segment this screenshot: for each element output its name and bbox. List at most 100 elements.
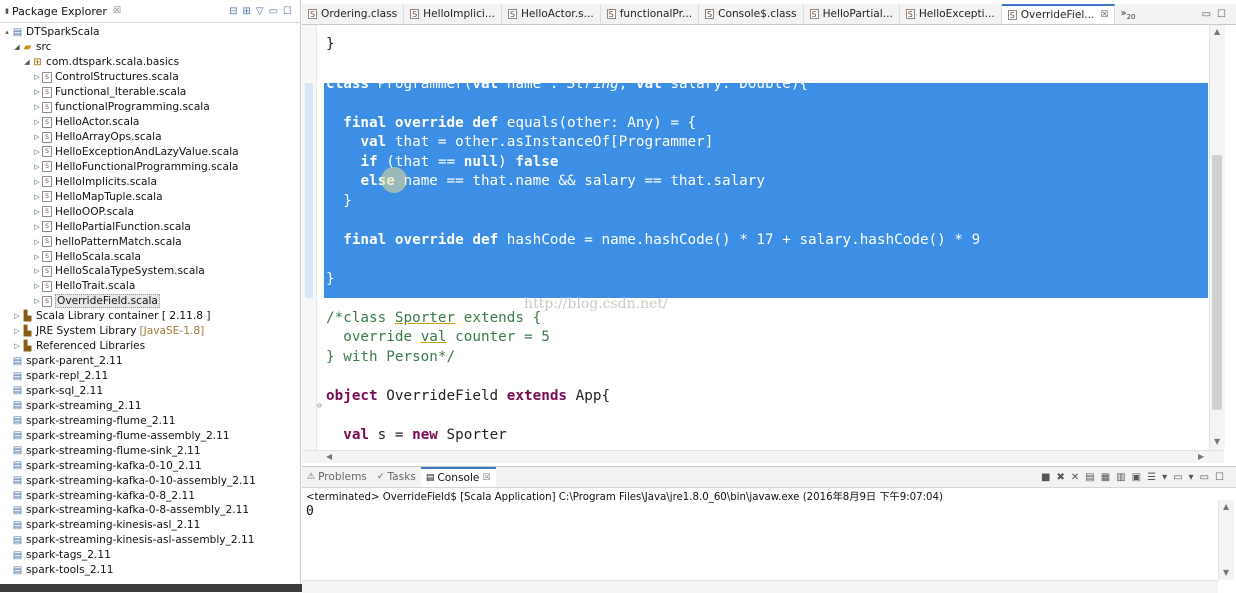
link-editor-icon[interactable]: ⊞ <box>242 6 250 17</box>
expand-toggle-icon[interactable]: ▷ <box>32 297 42 305</box>
editor-tab[interactable]: S OverrideFiel... ☒ <box>1001 4 1116 24</box>
console-toolbar-icon[interactable]: ■ <box>1041 472 1050 483</box>
tree-item-file[interactable]: ▷ S ControlStructures.scala <box>0 70 300 85</box>
expand-toggle-icon[interactable]: ▷ <box>32 193 42 201</box>
tree-item-file[interactable]: ▷ S Functional_Iterable.scala <box>0 85 300 100</box>
console-panel-tab[interactable]: ⚠ Problems <box>302 467 372 487</box>
minimize-icon[interactable]: ▭ <box>1202 9 1211 20</box>
console-toolbar-icon[interactable]: ▤ <box>1085 472 1094 483</box>
expand-toggle-icon[interactable]: ◢ <box>12 43 22 51</box>
tree-item-file[interactable]: ▷ SfunctionalProgramming.scala <box>0 100 300 115</box>
code-line[interactable]: } with Person*/ <box>326 348 455 367</box>
code-line[interactable]: } <box>326 270 335 289</box>
maximize-icon[interactable]: ☐ <box>1217 9 1226 20</box>
tree-item[interactable]: ▤ spark-streaming-flume-sink_2.11 <box>0 443 300 458</box>
code-line[interactable]: val that = other.asInstanceOf[Programmer… <box>326 133 713 152</box>
code-line[interactable]: } <box>326 35 335 54</box>
console-toolbar-icon[interactable]: ▭ <box>1200 472 1209 483</box>
tree-item-file[interactable]: ▷ S HelloExceptionAndLazyValue.scala <box>0 145 300 160</box>
collapse-all-icon[interactable]: ⊟ <box>229 6 237 17</box>
expand-toggle-icon[interactable]: ▷ <box>12 312 22 320</box>
minimize-icon[interactable]: ▭ <box>269 6 278 17</box>
tree-item-file[interactable]: ▷ S HelloImplicits.scala <box>0 174 300 189</box>
scroll-up-icon[interactable]: ▲ <box>1214 27 1220 36</box>
editor-tab[interactable]: S HelloActor.s... <box>502 4 601 24</box>
tree-item[interactable]: ▤ spark-streaming-flume-assembly_2.11 <box>0 428 300 443</box>
console-horizontal-scrollbar[interactable] <box>302 580 1218 593</box>
expand-toggle-icon[interactable]: ▷ <box>32 223 42 231</box>
expand-toggle-icon[interactable]: ▷ <box>12 342 22 350</box>
code-line[interactable]: override val counter = 5 <box>326 328 550 347</box>
close-icon[interactable]: ☒ <box>113 6 121 16</box>
console-toolbar-icon[interactable]: ✖ <box>1057 472 1065 483</box>
editor-tab[interactable]: S HelloImplici... <box>404 4 502 24</box>
scrollbar-thumb[interactable] <box>1212 155 1222 410</box>
tree-item[interactable]: ▷ ▙ Scala Library container [ 2.11.8 ] <box>0 309 300 324</box>
fold-collapse-icon[interactable]: ⊖ <box>317 401 322 410</box>
expand-toggle-icon[interactable]: ▷ <box>32 163 42 171</box>
tree-item[interactable]: ◢ ▰ src <box>0 40 300 55</box>
console-toolbar-icon[interactable]: ▦ <box>1101 472 1110 483</box>
expand-toggle-icon[interactable]: ▷ <box>32 178 42 186</box>
editor-tab[interactable]: S Ordering.class <box>302 4 405 24</box>
tree-item[interactable]: ▷ ▙ JRE System Library [JavaSE-1.8] <box>0 324 300 339</box>
code-line[interactable]: if (that == null) false <box>326 153 558 172</box>
scroll-down-icon[interactable]: ▼ <box>1214 437 1220 446</box>
expand-toggle-icon[interactable]: ▷ <box>32 133 42 141</box>
scroll-up-icon[interactable]: ▲ <box>1223 502 1229 511</box>
tree-item[interactable]: ▴ ▤ DTSparkScala <box>0 25 300 40</box>
tree-item[interactable]: ▤ spark-streaming_2.11 <box>0 398 300 413</box>
console-output[interactable]: 0 <box>306 504 314 519</box>
tree-item[interactable]: ▤ spark-sql_2.11 <box>0 384 300 399</box>
console-toolbar-icon[interactable]: ▾ <box>1162 472 1167 483</box>
console-toolbar-icon[interactable]: ▥ <box>1116 472 1125 483</box>
tab-overflow-button[interactable]: »20 <box>1115 8 1140 21</box>
editor-horizontal-scrollbar[interactable]: ◀ ▶ <box>302 450 1224 463</box>
tree-item-file[interactable]: ▷ ShelloPatternMatch.scala <box>0 234 300 249</box>
console-toolbar-icon[interactable]: ✕ <box>1071 472 1079 483</box>
maximize-icon[interactable]: ☐ <box>283 6 292 17</box>
expand-toggle-icon[interactable]: ▷ <box>32 118 42 126</box>
tree-item-file[interactable]: ▷ S HelloOOP.scala <box>0 204 300 219</box>
editor-tab[interactable]: S HelloPartial... <box>804 4 900 24</box>
expand-toggle-icon[interactable]: ▷ <box>32 238 42 246</box>
tree-item[interactable]: ▤ spark-streaming-kinesis-asl_2.11 <box>0 518 300 533</box>
code-line[interactable]: /*class Sporter extends { <box>326 309 541 328</box>
editor-tab[interactable]: SfunctionalPr... <box>601 4 700 24</box>
editor-tab[interactable]: S HelloExcepti... <box>900 4 1002 24</box>
view-menu-icon[interactable]: ▽ <box>256 6 264 17</box>
close-tab-icon[interactable]: ☒ <box>1100 10 1108 20</box>
expand-toggle-icon[interactable]: ▷ <box>32 88 42 96</box>
tree-item-file[interactable]: ▷ S HelloActor.scala <box>0 115 300 130</box>
scroll-down-icon[interactable]: ▼ <box>1223 568 1229 577</box>
console-toolbar-icon[interactable]: ▭ <box>1173 472 1182 483</box>
console-toolbar-icon[interactable]: ▣ <box>1132 472 1141 483</box>
tree-item-file[interactable]: ▷ S OverrideField.scala <box>0 294 300 309</box>
code-editor[interactable]: } class Programmer(val name : String, val… <box>302 25 1208 450</box>
tree-item[interactable]: ▤ spark-streaming-kafka-0-10-assembly_2.1… <box>0 473 300 488</box>
tree-item-file[interactable]: ▷ S HelloFunctionalProgramming.scala <box>0 159 300 174</box>
tree-item[interactable]: ◢ ⊞ com.dtspark.scala.basics <box>0 55 300 70</box>
tree-item-file[interactable]: ▷ S HelloTrait.scala <box>0 279 300 294</box>
tree-item[interactable]: ▤ spark-streaming-flume_2.11 <box>0 413 300 428</box>
expand-toggle-icon[interactable]: ▷ <box>32 73 42 81</box>
tree-item-file[interactable]: ▷ S HelloArrayOps.scala <box>0 130 300 145</box>
code-line[interactable]: class Programmer(val name : String, val … <box>326 75 808 94</box>
expand-toggle-icon[interactable]: ▷ <box>32 208 42 216</box>
console-toolbar-icon[interactable]: ☰ <box>1147 472 1156 483</box>
expand-toggle-icon[interactable]: ▷ <box>12 327 22 335</box>
tree-item[interactable]: ▤ spark-repl_2.11 <box>0 369 300 384</box>
expand-toggle-icon[interactable]: ▷ <box>32 267 42 275</box>
tree-item-file[interactable]: ▷ S HelloPartialFunction.scala <box>0 219 300 234</box>
tree-item[interactable]: ▤ spark-streaming-kafka-0-8_2.11 <box>0 488 300 503</box>
close-tab-icon[interactable]: ☒ <box>482 473 490 483</box>
tree-item-file[interactable]: ▷ S HelloScala.scala <box>0 249 300 264</box>
expand-toggle-icon[interactable]: ▷ <box>32 282 42 290</box>
editor-vertical-scrollbar[interactable]: ▲ ▼ <box>1209 25 1225 450</box>
code-line[interactable]: val s = new Sporter <box>326 426 507 445</box>
tree-item[interactable]: ▤ spark-parent_2.11 <box>0 354 300 369</box>
expand-toggle-icon[interactable]: ▷ <box>32 148 42 156</box>
tree-item[interactable]: ▷ ▙ Referenced Libraries <box>0 339 300 354</box>
console-toolbar-icon[interactable]: ☐ <box>1215 472 1224 483</box>
code-line[interactable]: final override def hashCode = name.hashC… <box>326 231 980 250</box>
